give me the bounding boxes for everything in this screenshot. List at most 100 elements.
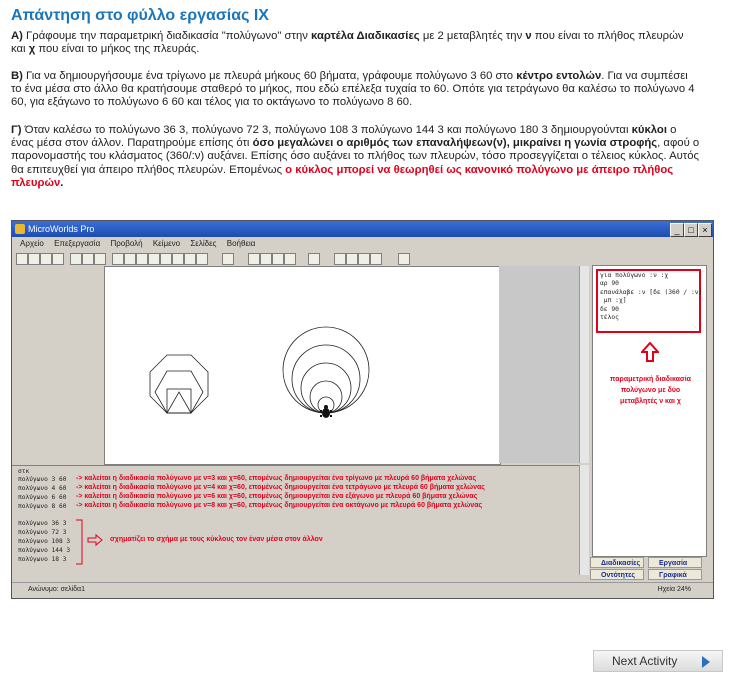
close-icon[interactable]: × — [698, 223, 712, 237]
command-note: -> καλείται η διαδικασία πολύγωνο με ν=4… — [76, 484, 485, 491]
play-arrow-icon — [702, 656, 710, 668]
status-page-name: Ανώνυμο: σελίδα1 — [28, 586, 85, 593]
command-note: -> καλείται η διαδικασία πολύγωνο με ν=6… — [76, 493, 478, 500]
media-tool-icon[interactable] — [160, 253, 172, 265]
menu-view[interactable]: Προβολή — [110, 239, 142, 248]
command-line: στκ — [18, 468, 30, 475]
triangle-shape — [166, 391, 192, 414]
answer-b: Β) Για να δημιουργήσουμε ένα τρίγωνο με … — [11, 70, 701, 110]
window-titlebar: MicroWorlds Pro _ □ × — [12, 221, 713, 237]
help-icon[interactable] — [398, 253, 410, 265]
menu-text[interactable]: Κείμενο — [153, 239, 180, 248]
scissors-icon[interactable] — [260, 253, 272, 265]
cut-icon[interactable] — [70, 253, 82, 265]
globe-icon[interactable] — [196, 253, 208, 265]
eye-icon[interactable] — [248, 253, 260, 265]
octagon-shape — [149, 354, 209, 414]
pointer-icon[interactable] — [222, 253, 234, 265]
shapes-icon[interactable] — [346, 253, 358, 265]
answer-c-end: . — [60, 176, 64, 189]
next-activity-label: Next Activity — [612, 654, 678, 668]
command-note: -> καλείται η διαδικασία πολύγωνο με ν=3… — [76, 475, 477, 482]
answer-c-text: Όταν καλέσω το πολύγωνο 36 3, πολύγωνο 7… — [21, 124, 632, 136]
command-note: -> καλείται η διαδικασία πολύγωνο με ν=8… — [76, 502, 483, 509]
next-activity-button[interactable]: Next Activity — [593, 650, 723, 672]
answer-c-bold-1: κύκλοι — [631, 124, 667, 136]
pane-tabs: Διαδικασίες Εργασία Οντότητες Γραφικά — [588, 555, 705, 581]
bracket-arrow-icon — [76, 519, 103, 565]
answer-a-text-4: που είναι το μήκος της πλευράς. — [35, 43, 200, 56]
command-line: πολύγωνο 4 60 — [18, 485, 67, 492]
copy-icon[interactable] — [82, 253, 94, 265]
new-icon[interactable] — [16, 253, 28, 265]
page-scrollbar[interactable] — [579, 266, 589, 463]
zoom-out-icon[interactable] — [284, 253, 296, 265]
circle-5 — [282, 326, 370, 414]
command-line: πολύγωνο 36 3 — [18, 520, 67, 527]
tab-objects[interactable]: Οντότητες — [590, 569, 644, 580]
tab-project[interactable]: Εργασία — [648, 557, 702, 568]
microworlds-screenshot: MicroWorlds Pro _ □ × Αρχείο Επεξεργασία… — [11, 220, 714, 599]
turtle-icon[interactable] — [112, 253, 124, 265]
page-gray-area — [499, 266, 579, 463]
text-tool-icon[interactable] — [124, 253, 136, 265]
paint-brush-icon[interactable] — [334, 253, 346, 265]
button-tool-icon[interactable] — [136, 253, 148, 265]
pen-tool-icon[interactable] — [172, 253, 184, 265]
circle-4 — [291, 344, 361, 414]
menu-pages[interactable]: Σελίδες — [190, 239, 216, 248]
save-icon[interactable] — [40, 253, 52, 265]
code-line: τέλος — [600, 314, 619, 322]
code-line: μπ :χ] — [600, 297, 627, 305]
answer-a: Α) Γράφουμε την παραμετρική διαδικασία "… — [11, 30, 701, 56]
answer-a-text-2: με 2 μεταβλητές την — [419, 30, 526, 42]
status-bar: Ανώνυμο: σελίδα1 Ηχεία 24% — [12, 582, 713, 598]
command-line: πολύγωνο 6 60 — [18, 494, 67, 501]
open-icon[interactable] — [28, 253, 40, 265]
slider-tool-icon[interactable] — [148, 253, 160, 265]
command-line: πολύγωνο 18 3 — [18, 556, 67, 563]
answer-b-text: Για να δημιουργήσουμε ένα τρίγωνο με πλε… — [22, 70, 517, 82]
answer-a-bold-1: καρτέλα Διαδικασίες — [311, 30, 420, 42]
answer-a-text: Γράφουμε την παραμετρική διαδικασία "πολ… — [22, 30, 312, 42]
tab-procedures[interactable]: Διαδικασίες — [590, 557, 644, 568]
command-center[interactable]: στκ πολύγωνο 3 60 πολύγωνο 4 60 πολύγωνο… — [12, 465, 588, 576]
paste-icon[interactable] — [94, 253, 106, 265]
stamp-icon[interactable] — [358, 253, 370, 265]
tab-graphics[interactable]: Γραφικά — [648, 569, 702, 580]
stop-icon[interactable] — [308, 253, 320, 265]
answer-b-label: Β) — [11, 70, 23, 82]
status-volume: Ηχεία 24% — [657, 586, 691, 593]
app-icon — [15, 224, 25, 234]
circles-note: σχηματίζει το σχήμα με τους κύκλους τον … — [110, 536, 323, 543]
page-title: Απάντηση στο φύλλο εργασίας ΙΧ — [11, 7, 269, 24]
command-line: πολύγωνο 108 3 — [18, 538, 71, 545]
menu-help[interactable]: Βοήθεια — [227, 239, 256, 248]
command-line: πολύγωνο 8 60 — [18, 503, 67, 510]
back-icon[interactable] — [370, 253, 382, 265]
command-line: πολύγωνο 144 3 — [18, 547, 71, 554]
menubar: Αρχείο Επεξεργασία Προβολή Κείμενο Σελίδ… — [12, 237, 713, 251]
command-line: πολύγωνο 3 60 — [18, 476, 67, 483]
answer-c-label: Γ) — [11, 124, 22, 136]
answer-a-label: Α) — [11, 30, 23, 42]
menu-edit[interactable]: Επεξεργασία — [54, 239, 100, 248]
procedure-code[interactable]: για πολύγωνο :ν :χ αρ 90 επανάλαβε :ν [δ… — [596, 269, 703, 333]
procedures-pane[interactable]: για πολύγωνο :ν :χ αρ 90 επανάλαβε :ν [δ… — [592, 265, 707, 557]
arrow-up-icon — [641, 342, 659, 362]
answer-b-bold-1: κέντρο εντολών — [516, 70, 602, 82]
menu-file[interactable]: Αρχείο — [20, 239, 44, 248]
code-line: επανάλαβε :ν [δε (360 / :ν) — [600, 288, 703, 296]
window-title: MicroWorlds Pro — [28, 224, 95, 234]
toolbar — [12, 252, 713, 266]
print-icon[interactable] — [52, 253, 64, 265]
procedure-note: παραμετρική διαδικασία πολύγωνο με δύο μ… — [610, 376, 691, 405]
answer-c-bold-2: όσο μεγαλώνει ο αριθμός των επαναλήψεων(… — [252, 137, 658, 150]
turtle-icon — [320, 405, 332, 418]
maximize-icon[interactable]: □ — [684, 223, 698, 237]
zoom-in-icon[interactable] — [272, 253, 284, 265]
command-line: πολύγωνο 72 3 — [18, 529, 67, 536]
drawing-canvas[interactable] — [104, 266, 501, 465]
minimize-icon[interactable]: _ — [670, 223, 684, 237]
paint-tool-icon[interactable] — [184, 253, 196, 265]
